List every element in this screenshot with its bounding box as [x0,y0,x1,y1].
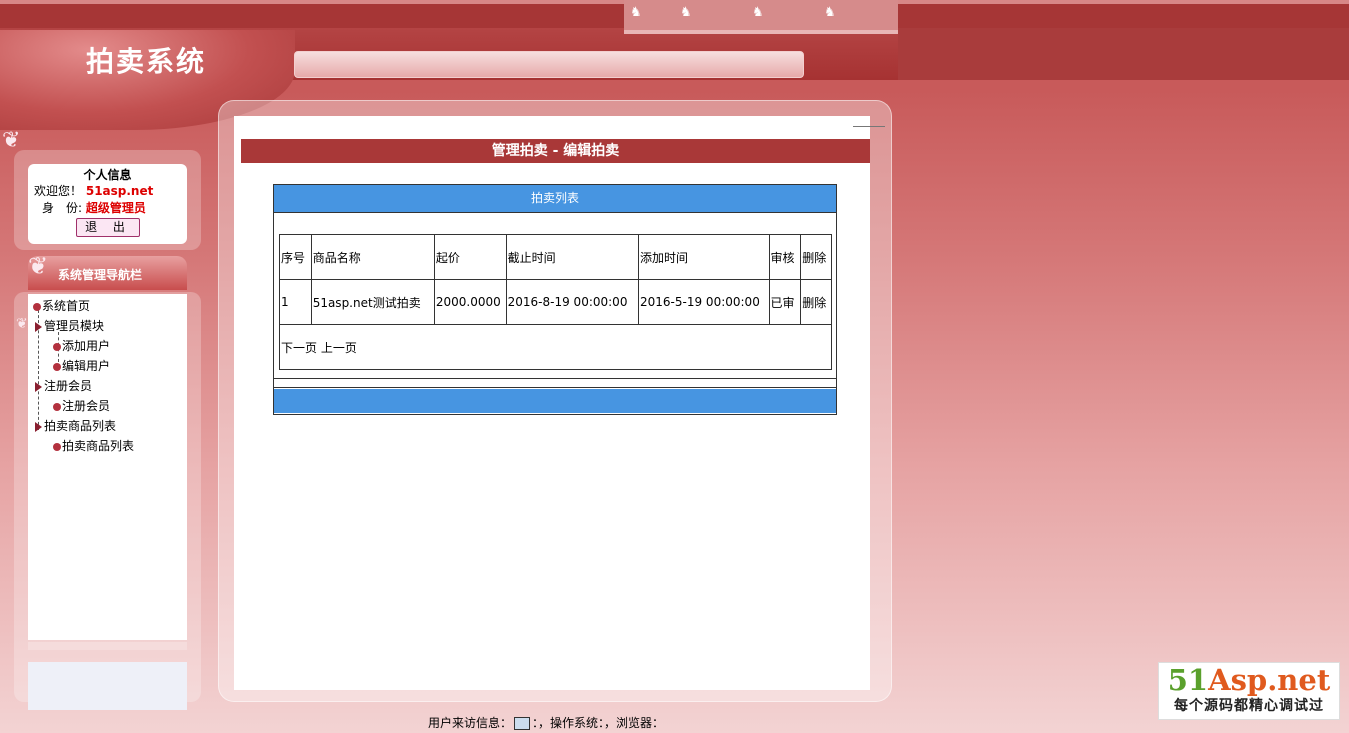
watermark-brand: 51Asp.net [1167,663,1331,697]
watermark-tagline: 每个源码都精心调试过 [1174,698,1324,714]
computer-icon [514,717,531,730]
nav-item-add-user[interactable]: 添加用户 [53,337,110,354]
column-header: 商品名称 [310,234,435,280]
column-header: 起价 [433,234,507,280]
column-header: 序号 [279,234,312,280]
logout-button[interactable]: 退 出 [76,218,140,237]
decor-icon-strip: ♞ ♞ ♞ ♞ [624,0,898,34]
nav-item-admin-module[interactable]: 管理员模块 [35,317,104,334]
nav-item-auction-list[interactable]: 拍卖商品列表 [53,437,134,454]
table-header-row: 序号 商品名称 起价 截止时间 添加时间 审核 删除 [279,234,832,280]
column-header: 删除 [800,234,832,280]
page-title: 管理拍卖 - 编辑拍卖 [241,139,870,163]
deer-icon: ♞ [752,5,764,20]
grid-title: 拍卖列表 [274,185,836,213]
role-value: 超级管理员 [85,201,146,215]
cell-id: 1 [279,279,312,325]
butterfly-icon: ❦ [16,316,28,332]
cell-added-time: 2016-5-19 00:00:00 [638,279,770,325]
deer-icon: ♞ [824,5,836,20]
bullet-icon [53,362,61,371]
butterfly-icon: ❦ [2,128,21,153]
cell-deadline: 2016-8-19 00:00:00 [505,279,640,325]
expand-arrow-icon [35,321,42,332]
nav-item-register-member[interactable]: 注册会员 [53,397,110,414]
column-header: 截止时间 [505,234,640,280]
site-title: 拍卖系统 [86,45,207,78]
nav-item-member-module[interactable]: 注册会员 [35,377,92,394]
header-bar [294,51,804,78]
butterfly-icon: ❦ [28,252,49,280]
header-right-block [898,28,1349,80]
bullet-icon [53,402,61,411]
os-browser-label: ：，操作系统：，浏览器： [532,716,665,730]
pager-links[interactable]: 下一页 上一页 [279,324,832,370]
delete-link[interactable]: 删除 [800,279,832,325]
divider [853,126,885,127]
bullet-icon [33,302,41,311]
personal-info-panel: 个人信息 欢迎您！ 51asp.net 身 份: 超级管理员 退 出 [28,164,187,244]
role-label: 身 份: [42,201,83,215]
cell-start-price: 2000.0000 [433,279,507,325]
nav-item-home[interactable]: 系统首页 [33,297,90,314]
nav-title: 系统管理导航栏 [58,268,143,282]
column-header: 审核 [768,234,802,280]
footer-visitor-info: 用户来访信息： ：，操作系统：，浏览器： [428,714,664,731]
expand-arrow-icon [35,381,42,392]
info-title: 个人信息 [83,168,132,182]
welcome-text: 欢迎您！ 51asp.net [34,182,153,199]
cell-review-status: 已审 [768,279,802,325]
pager-row: 下一页 上一页 [279,324,832,370]
nav-header: 系统管理导航栏 [28,256,187,290]
bullet-icon [53,342,61,351]
bullet-icon [53,442,61,451]
sidebar-divider [28,642,187,650]
table-row: 1 51asp.net测试拍卖 2000.0000 2016-8-19 00:0… [279,279,832,325]
nav-item-auction-module[interactable]: 拍卖商品列表 [35,417,116,434]
deer-icon: ♞ [680,5,692,20]
nav-item-edit-user[interactable]: 编辑用户 [53,357,110,374]
sidebar-bottom-panel [28,662,187,710]
auction-table: 序号 商品名称 起价 截止时间 添加时间 审核 删除 1 51asp.net测试… [279,234,832,370]
cell-name: 51asp.net测试拍卖 [310,279,435,325]
username: 51asp.net [85,184,154,198]
column-header: 添加时间 [638,234,770,280]
grid-footer-divider [274,378,836,388]
watermark-logo: 51Asp.net 每个源码都精心调试过 [1158,662,1340,720]
welcome-label: 欢迎您！ [34,184,83,198]
visitor-info-label: 用户来访信息： [428,716,513,730]
expand-arrow-icon [35,421,42,432]
role-text: 身 份: 超级管理员 [42,199,146,216]
grid-footer [274,389,836,413]
deer-icon: ♞ [630,5,642,20]
